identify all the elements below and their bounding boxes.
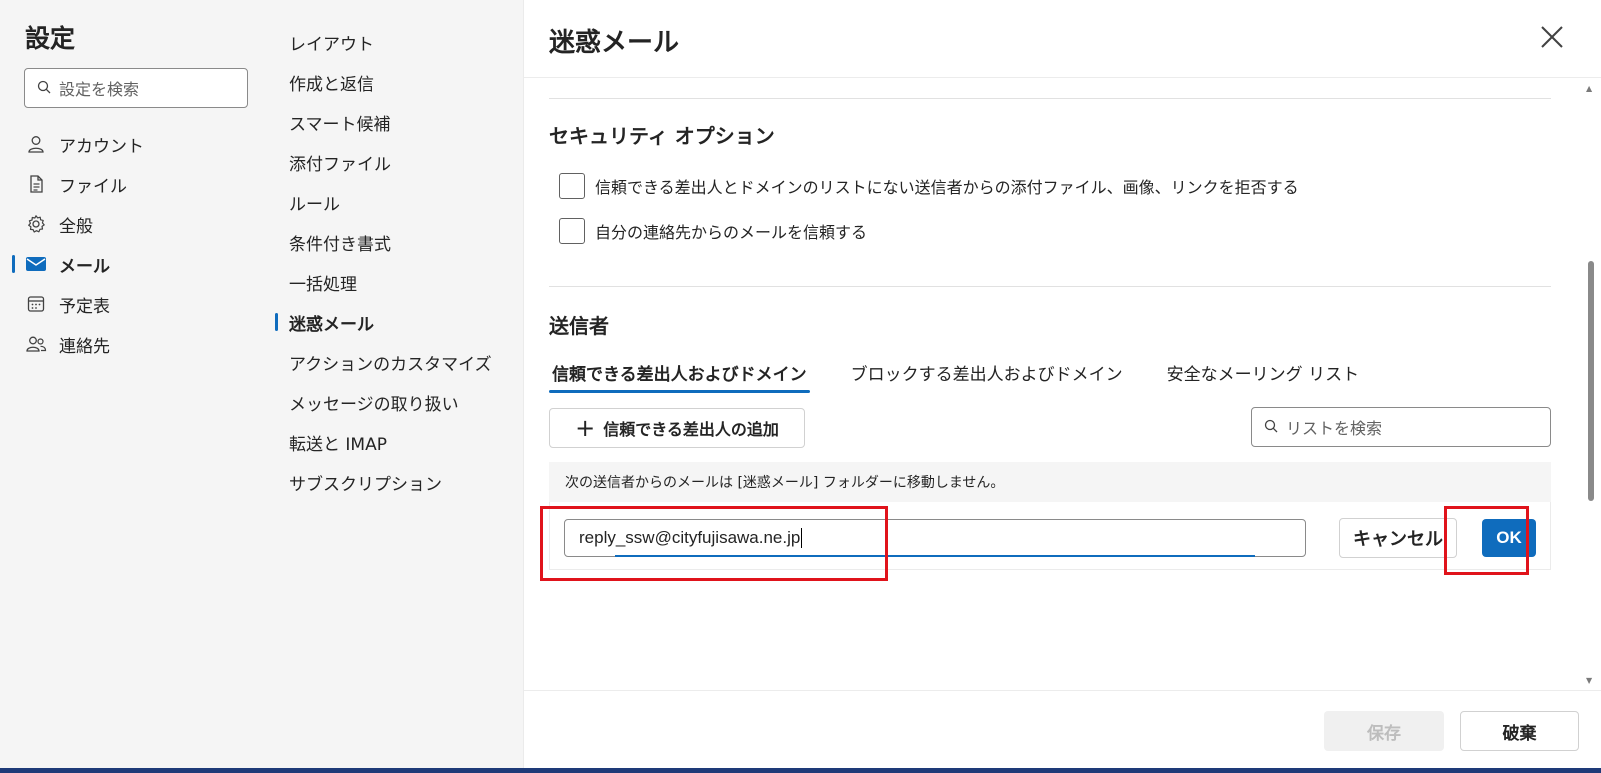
nav-item-label: 全般	[59, 216, 93, 237]
senders-heading: 送信者	[549, 314, 609, 338]
nav-item-account[interactable]: アカウント	[0, 124, 274, 164]
trust-contacts-checkbox[interactable]	[559, 218, 585, 244]
nav-item-label: 予定表	[59, 296, 110, 317]
scrollbar-thumb[interactable]	[1588, 261, 1594, 501]
nav-item-contacts[interactable]: 連絡先	[0, 324, 274, 364]
nav-item-calendar[interactable]: 予定表	[0, 284, 274, 324]
mail-settings-nav: レイアウト 作成と返信 スマート候補 添付ファイル ルール 条件付き書式 一括処…	[274, 0, 524, 773]
add-safe-sender-button[interactable]: + 信頼できる差出人の追加	[549, 408, 805, 448]
nav-item-general[interactable]: 全般	[0, 204, 274, 244]
mail-nav-forwarding-imap[interactable]: 転送と IMAP	[274, 422, 524, 462]
list-search-placeholder: リストを検索	[1286, 419, 1383, 438]
input-focus-underline	[615, 555, 1255, 557]
security-options-heading: セキュリティ オプション	[549, 124, 775, 148]
settings-nav: 設定 設定を検索 アカウント ファイル 全般 メール 予定表 連絡先	[0, 0, 274, 773]
section-divider	[549, 286, 1551, 287]
senders-tabs: 信頼できる差出人およびドメイン ブロックする差出人およびドメイン 安全なメーリン…	[549, 360, 1400, 393]
search-icon	[37, 79, 51, 98]
mail-nav-junk-email[interactable]: 迷惑メール	[274, 302, 524, 342]
info-message: 次の送信者からのメールは [迷惑メール] フォルダーに移動しません。	[549, 462, 1551, 502]
tab-blocked-senders[interactable]: ブロックする差出人およびドメイン	[848, 360, 1126, 391]
close-icon	[1540, 25, 1564, 53]
mail-nav-rules[interactable]: ルール	[274, 182, 524, 222]
settings-search-input[interactable]: 設定を検索	[24, 68, 248, 108]
add-safe-sender-label: 信頼できる差出人の追加	[603, 420, 779, 439]
nav-item-label: メール	[59, 256, 110, 277]
block-untrusted-label: 信頼できる差出人とドメインのリストにない送信者からの添付ファイル、画像、リンクを…	[595, 178, 1299, 197]
person-icon	[25, 133, 47, 155]
sender-email-value: reply_ssw@cityfujisawa.ne.jp	[579, 528, 801, 547]
nav-item-label: 連絡先	[59, 336, 110, 357]
gear-icon	[25, 213, 47, 235]
cancel-button[interactable]: キャンセル	[1339, 518, 1457, 558]
header-divider	[524, 77, 1601, 78]
mail-nav-customize-actions[interactable]: アクションのカスタマイズ	[274, 342, 524, 382]
footer-divider	[524, 690, 1601, 691]
mail-nav-layout[interactable]: レイアウト	[274, 22, 524, 62]
scroll-up-arrow-icon[interactable]: ▲	[1586, 84, 1592, 93]
mail-nav-sweep[interactable]: 一括処理	[274, 262, 524, 302]
tab-safe-mailing-lists[interactable]: 安全なメーリング リスト	[1164, 360, 1362, 391]
page-title: 迷惑メール	[549, 28, 680, 58]
mail-nav-message-handling[interactable]: メッセージの取り扱い	[274, 382, 524, 422]
nav-item-mail[interactable]: メール	[0, 244, 274, 284]
nav-item-label: アカウント	[59, 136, 144, 157]
sender-email-input[interactable]: reply_ssw@cityfujisawa.ne.jp	[564, 519, 1306, 557]
block-untrusted-checkbox[interactable]	[559, 173, 585, 199]
ok-button[interactable]: OK	[1482, 519, 1536, 557]
option-trust-contacts[interactable]: 自分の連絡先からのメールを信頼する	[559, 218, 867, 244]
section-divider	[549, 98, 1551, 99]
mail-icon	[25, 253, 47, 275]
nav-item-label: ファイル	[59, 176, 127, 197]
trust-contacts-label: 自分の連絡先からのメールを信頼する	[595, 223, 868, 242]
settings-title: 設定	[25, 24, 76, 53]
mail-nav-smart-suggestions[interactable]: スマート候補	[274, 102, 524, 142]
save-button[interactable]: 保存	[1324, 711, 1444, 751]
search-icon	[1264, 418, 1278, 437]
nav-item-files[interactable]: ファイル	[0, 164, 274, 204]
calendar-icon	[25, 293, 47, 315]
people-icon	[25, 333, 47, 355]
settings-search-placeholder: 設定を検索	[59, 80, 140, 99]
close-button[interactable]	[1535, 22, 1569, 56]
discard-button[interactable]: 破棄	[1460, 711, 1579, 751]
document-icon	[25, 173, 47, 195]
mail-nav-conditional-formatting[interactable]: 条件付き書式	[274, 222, 524, 262]
scrollbar[interactable]: ▲ ▼	[1581, 78, 1601, 690]
mail-nav-subscriptions[interactable]: サブスクリプション	[274, 462, 524, 502]
option-block-untrusted[interactable]: 信頼できる差出人とドメインのリストにない送信者からの添付ファイル、画像、リンクを…	[559, 173, 1299, 199]
list-search-input[interactable]: リストを検索	[1251, 407, 1551, 447]
mail-nav-attachments[interactable]: 添付ファイル	[274, 142, 524, 182]
mail-nav-compose-reply[interactable]: 作成と返信	[274, 62, 524, 102]
scroll-down-arrow-icon[interactable]: ▼	[1586, 676, 1592, 685]
taskbar-edge	[0, 768, 1601, 773]
tab-safe-senders[interactable]: 信頼できる差出人およびドメイン	[549, 360, 810, 393]
junk-email-pane: 迷惑メール セキュリティ オプション 信頼できる差出人とドメインのリストにない送…	[524, 0, 1601, 773]
text-caret	[801, 528, 803, 548]
plus-icon: +	[575, 414, 596, 442]
